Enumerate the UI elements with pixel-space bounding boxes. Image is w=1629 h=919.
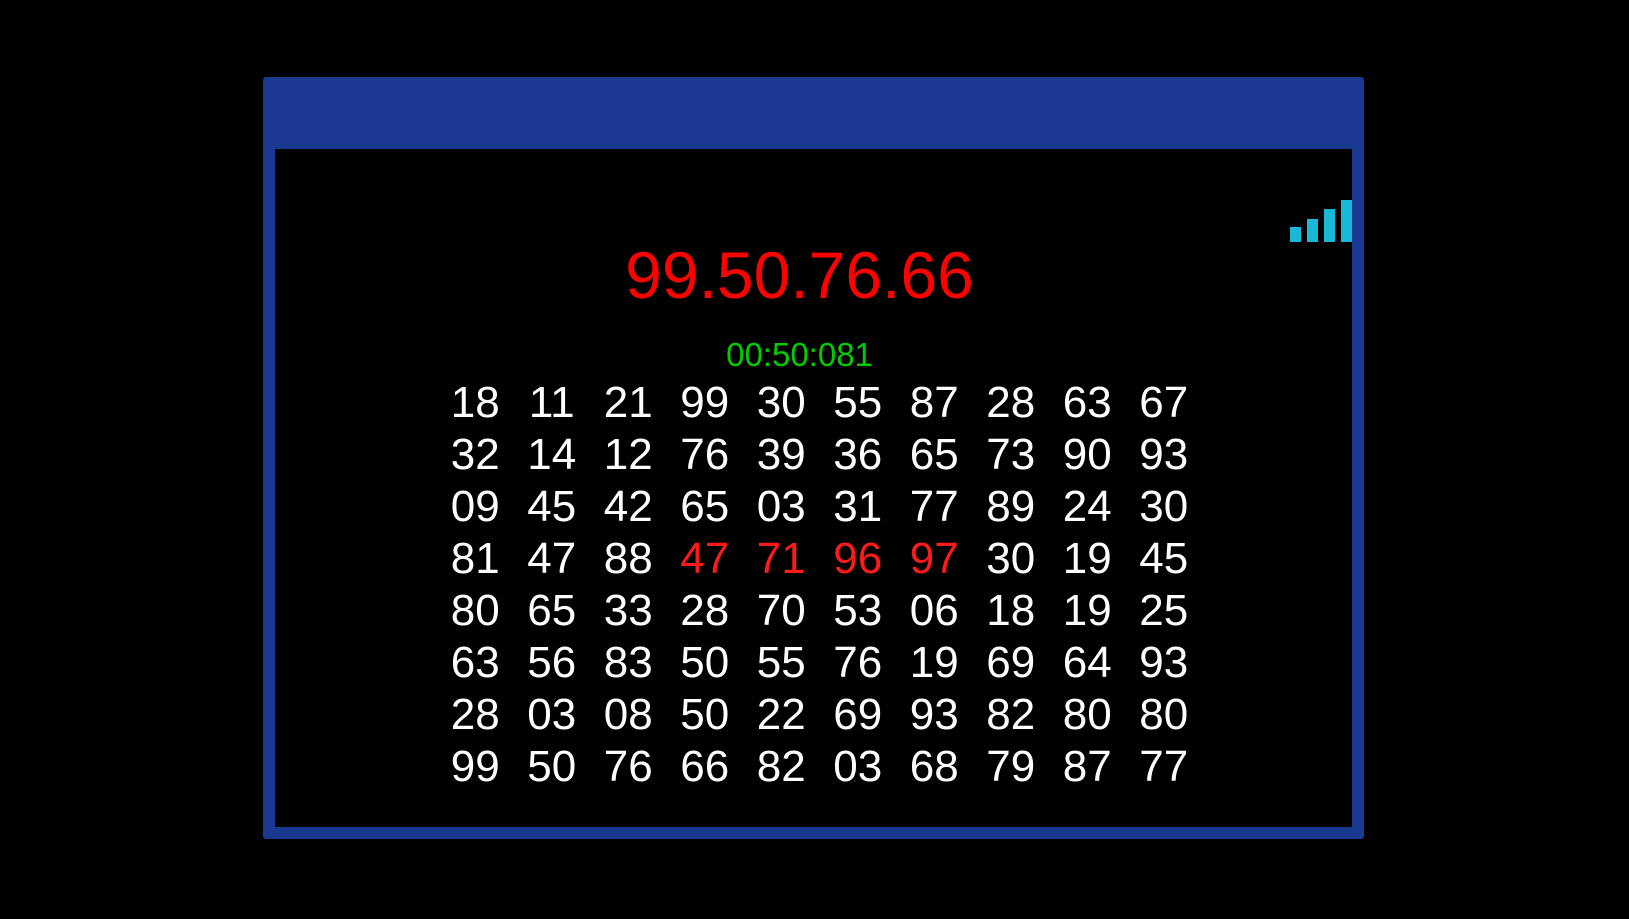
grid-cell[interactable]: 39 bbox=[743, 429, 820, 481]
grid-cell[interactable]: 45 bbox=[514, 481, 591, 533]
grid-cell[interactable]: 99 bbox=[437, 741, 514, 793]
countdown-timer: 00:50:081 bbox=[726, 336, 873, 373]
grid-cell[interactable]: 82 bbox=[743, 741, 820, 793]
grid-row: 80 65 33 28 70 53 06 18 19 25 bbox=[437, 585, 1202, 637]
grid-cell[interactable]: 87 bbox=[1049, 741, 1126, 793]
grid-cell[interactable]: 06 bbox=[896, 585, 973, 637]
grid-cell[interactable]: 28 bbox=[437, 689, 514, 741]
grid-row: 63 56 83 50 55 76 19 69 64 93 bbox=[437, 637, 1202, 689]
grid-cell[interactable]: 11 bbox=[514, 377, 591, 429]
grid-cell[interactable]: 14 bbox=[514, 429, 591, 481]
target-sequence: 99.50.76.66 bbox=[625, 238, 974, 312]
grid-row: 09 45 42 65 03 31 77 89 24 30 bbox=[437, 481, 1202, 533]
grid-cell[interactable]: 12 bbox=[590, 429, 667, 481]
game-window: 99.50.76.66 00:50:081 18 11 21 99 30 55 87 28 63… bbox=[263, 77, 1364, 839]
grid-cell[interactable]: 03 bbox=[743, 481, 820, 533]
grid-cell[interactable]: 89 bbox=[973, 481, 1050, 533]
grid-cell[interactable]: 18 bbox=[437, 377, 514, 429]
grid-cell[interactable]: 55 bbox=[743, 637, 820, 689]
grid-cell[interactable]: 25 bbox=[1126, 585, 1203, 637]
grid-cell[interactable]: 93 bbox=[1126, 429, 1203, 481]
grid-cell[interactable]: 63 bbox=[437, 637, 514, 689]
grid-cell[interactable]: 31 bbox=[820, 481, 897, 533]
grid-cell[interactable]: 09 bbox=[437, 481, 514, 533]
grid-cell[interactable]: 63 bbox=[1049, 377, 1126, 429]
grid-cell[interactable]: 56 bbox=[514, 637, 591, 689]
grid-cell[interactable]: 76 bbox=[820, 637, 897, 689]
grid-cell[interactable]: 76 bbox=[667, 429, 744, 481]
grid-cell-highlighted[interactable]: 96 bbox=[820, 533, 897, 585]
grid-cell[interactable]: 21 bbox=[590, 377, 667, 429]
grid-cell[interactable]: 87 bbox=[896, 377, 973, 429]
grid-cell[interactable]: 65 bbox=[896, 429, 973, 481]
grid-cell[interactable]: 90 bbox=[1049, 429, 1126, 481]
grid-cell[interactable]: 88 bbox=[590, 533, 667, 585]
grid-cell[interactable]: 68 bbox=[896, 741, 973, 793]
grid-cell[interactable]: 93 bbox=[896, 689, 973, 741]
grid-cell[interactable]: 19 bbox=[1049, 533, 1126, 585]
grid-cell-highlighted[interactable]: 97 bbox=[896, 533, 973, 585]
grid-cell-highlighted[interactable]: 71 bbox=[743, 533, 820, 585]
grid-cell[interactable]: 24 bbox=[1049, 481, 1126, 533]
grid-cell[interactable]: 50 bbox=[667, 689, 744, 741]
grid-cell[interactable]: 70 bbox=[743, 585, 820, 637]
grid-cell[interactable]: 83 bbox=[590, 637, 667, 689]
grid-cell[interactable]: 64 bbox=[1049, 637, 1126, 689]
grid-cell[interactable]: 80 bbox=[1126, 689, 1203, 741]
grid-cell-highlighted[interactable]: 47 bbox=[667, 533, 744, 585]
grid-cell[interactable]: 67 bbox=[1126, 377, 1203, 429]
grid-cell[interactable]: 69 bbox=[820, 689, 897, 741]
grid-cell[interactable]: 73 bbox=[973, 429, 1050, 481]
grid-cell[interactable]: 80 bbox=[437, 585, 514, 637]
grid-row: 28 03 08 50 22 69 93 82 80 80 bbox=[437, 689, 1202, 741]
grid-cell[interactable]: 69 bbox=[973, 637, 1050, 689]
signal-bar-4 bbox=[1341, 200, 1352, 242]
grid-cell[interactable]: 30 bbox=[973, 533, 1050, 585]
grid-row: 81 47 88 47 71 96 97 30 19 45 bbox=[437, 533, 1202, 585]
grid-cell[interactable]: 55 bbox=[820, 377, 897, 429]
grid-cell[interactable]: 03 bbox=[820, 741, 897, 793]
grid-cell[interactable]: 08 bbox=[590, 689, 667, 741]
title-bar bbox=[263, 77, 1364, 149]
grid-row: 32 14 12 76 39 36 65 73 90 93 bbox=[437, 429, 1202, 481]
grid-cell[interactable]: 19 bbox=[896, 637, 973, 689]
grid-cell[interactable]: 45 bbox=[1126, 533, 1203, 585]
grid-row: 99 50 76 66 82 03 68 79 87 77 bbox=[437, 741, 1202, 793]
grid-cell[interactable]: 53 bbox=[820, 585, 897, 637]
grid-cell[interactable]: 28 bbox=[973, 377, 1050, 429]
grid-cell[interactable]: 30 bbox=[743, 377, 820, 429]
grid-cell[interactable]: 30 bbox=[1126, 481, 1203, 533]
grid-cell[interactable]: 80 bbox=[1049, 689, 1126, 741]
game-panel: 99.50.76.66 00:50:081 18 11 21 99 30 55 87 28 63… bbox=[275, 149, 1352, 827]
grid-row: 18 11 21 99 30 55 87 28 63 67 bbox=[437, 377, 1202, 429]
grid-cell[interactable]: 19 bbox=[1049, 585, 1126, 637]
grid-cell[interactable]: 76 bbox=[590, 741, 667, 793]
grid-cell[interactable]: 36 bbox=[820, 429, 897, 481]
signal-bar-3 bbox=[1324, 209, 1335, 242]
grid-cell[interactable]: 28 bbox=[667, 585, 744, 637]
grid-cell[interactable]: 99 bbox=[667, 377, 744, 429]
grid-cell[interactable]: 82 bbox=[973, 689, 1050, 741]
number-grid: 18 11 21 99 30 55 87 28 63 67 32 14 12 76 39 36 65 73 90 93… bbox=[437, 377, 1202, 793]
grid-cell[interactable]: 03 bbox=[514, 689, 591, 741]
grid-cell[interactable]: 93 bbox=[1126, 637, 1203, 689]
grid-cell[interactable]: 77 bbox=[1126, 741, 1203, 793]
grid-cell[interactable]: 79 bbox=[973, 741, 1050, 793]
grid-cell[interactable]: 42 bbox=[590, 481, 667, 533]
grid-cell[interactable]: 47 bbox=[514, 533, 591, 585]
grid-cell[interactable]: 66 bbox=[667, 741, 744, 793]
grid-cell[interactable]: 22 bbox=[743, 689, 820, 741]
grid-cell[interactable]: 65 bbox=[514, 585, 591, 637]
grid-cell[interactable]: 50 bbox=[514, 741, 591, 793]
grid-cell[interactable]: 33 bbox=[590, 585, 667, 637]
grid-cell[interactable]: 81 bbox=[437, 533, 514, 585]
grid-cell[interactable]: 65 bbox=[667, 481, 744, 533]
grid-cell[interactable]: 50 bbox=[667, 637, 744, 689]
grid-cell[interactable]: 77 bbox=[896, 481, 973, 533]
grid-cell[interactable]: 18 bbox=[973, 585, 1050, 637]
grid-cell[interactable]: 32 bbox=[437, 429, 514, 481]
